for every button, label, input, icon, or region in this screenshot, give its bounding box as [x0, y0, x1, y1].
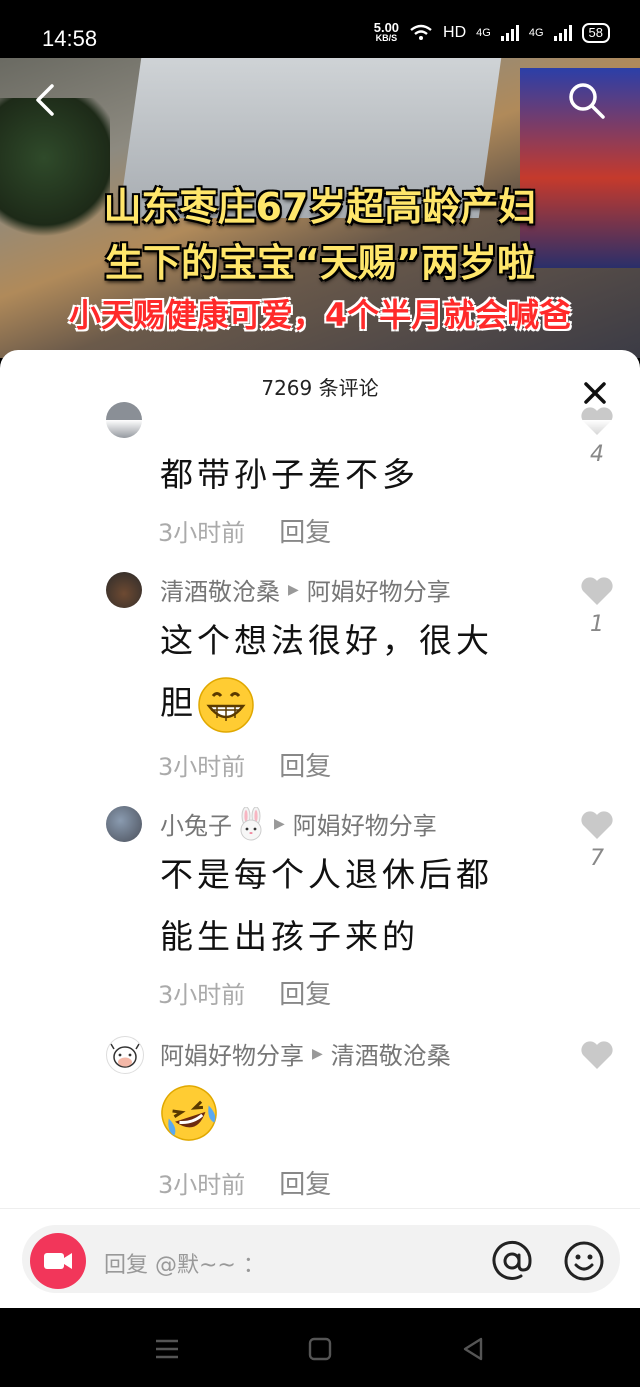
menu-icon[interactable] [152, 1334, 182, 1364]
like-button[interactable]: 1 [580, 576, 614, 637]
comment-text: 不是每个人退休后都 能生出孩子来的 [160, 844, 493, 968]
net-label-2: 4G [528, 27, 544, 39]
comment-text [160, 1080, 218, 1142]
sheet-header: 7269 条评论 [0, 350, 640, 420]
signal-icon [500, 25, 519, 41]
signal-icon-2 [553, 25, 572, 41]
reply-button[interactable]: 回复 [279, 518, 331, 548]
comment-time: 3小时前 [158, 519, 246, 547]
comment-text: 这个想法很好，很大 胆 [160, 610, 493, 734]
comment-item: 阿娟好物分享 ▶ 清酒敬沧桑 3小时前 回复 [0, 1036, 640, 1216]
reply-button[interactable]: 回复 [279, 752, 331, 782]
comment-text-line2: 胆 [160, 672, 493, 734]
at-icon[interactable] [490, 1239, 534, 1283]
reply-arrow-icon: ▶ [312, 1045, 323, 1062]
emoji-icon[interactable] [562, 1239, 606, 1283]
laughing-crying-emoji-icon [161, 1084, 217, 1141]
video-record-button[interactable] [30, 1233, 86, 1289]
video-record-icon [44, 1253, 72, 1269]
comment-time: 3小时前 [158, 753, 246, 781]
like-count: 7 [590, 846, 604, 871]
cow-avatar-icon [110, 1043, 140, 1068]
comment-text: 都带孙子差不多 [160, 455, 419, 494]
comment-time: 3小时前 [158, 981, 246, 1009]
back-triangle-icon[interactable] [458, 1334, 488, 1364]
comment-text-line2: 能生出孩子来的 [160, 917, 419, 956]
comment-meta: 清酒敬沧桑 ▶ 阿娟好物分享 [160, 572, 451, 607]
reply-arrow-icon: ▶ [274, 815, 285, 832]
heart-icon [581, 577, 613, 605]
reply-to-username[interactable]: 阿娟好物分享 [293, 806, 437, 841]
comment-footer: 3小时前 回复 [158, 746, 331, 783]
wifi-icon [410, 24, 432, 40]
status-icons: 5.00 KB/S HD 4G 4G 58 [373, 20, 610, 44]
comment-input-bar: 回复 @默~~ ： [0, 1208, 640, 1309]
comment-item: 清酒敬沧桑 ▶ 阿娟好物分享 这个想法很好，很大 胆 3小时前 回复 1 [0, 572, 640, 782]
sheet-fade [0, 420, 640, 440]
heart-icon [581, 811, 613, 839]
reply-button[interactable]: 回复 [279, 980, 331, 1010]
rabbit-emoji-icon [240, 806, 262, 840]
like-count: 4 [590, 442, 604, 467]
search-icon[interactable] [566, 80, 606, 120]
comment-meta: 阿娟好物分享 ▶ 清酒敬沧桑 [160, 1036, 451, 1071]
home-icon[interactable] [305, 1334, 335, 1364]
video-title-line1: 山东枣庄67岁超高龄产妇 [103, 185, 537, 229]
comment-footer: 3小时前 回复 [158, 512, 331, 549]
comment-username[interactable]: 清酒敬沧桑 [160, 572, 280, 607]
close-icon[interactable] [578, 376, 612, 410]
comment-item: 小兔子 ▶ 阿娟好物分享 不是每个人退休后都 能生出孩子来的 3小时前 回复 7 [0, 806, 640, 1010]
reply-to-username[interactable]: 阿娟好物分享 [307, 572, 451, 607]
video-title-line3: 小天赐健康可爱，4个半月就会喊爸 [68, 296, 572, 334]
comment-username[interactable]: 小兔子 [160, 806, 232, 841]
avatar[interactable] [106, 806, 142, 842]
battery-icon: 58 [581, 23, 610, 43]
grin-emoji-icon [198, 676, 254, 733]
like-button[interactable]: 7 [580, 810, 614, 871]
comment-footer: 3小时前 回复 [158, 974, 331, 1011]
avatar[interactable] [106, 1036, 144, 1074]
avatar[interactable] [106, 572, 142, 608]
comment-text-line1: 这个想法很好，很大 [160, 621, 493, 660]
reply-button[interactable]: 回复 [279, 1170, 331, 1200]
reply-arrow-icon: ▶ [288, 581, 299, 598]
comment-time: 3小时前 [158, 1171, 246, 1199]
comment-footer: 3小时前 回复 [158, 1164, 331, 1201]
hd-label: HD [443, 24, 467, 41]
comments-sheet: 7269 条评论 都带孙子差不多 3小时前 回复 4 清酒敬沧桑 ▶ 阿娟好物分享 这… [0, 350, 640, 1308]
status-bar: 14:58 5.00 KB/S HD 4G 4G 58 [0, 0, 640, 58]
like-button[interactable] [580, 1040, 614, 1076]
comment-meta: 小兔子 ▶ 阿娟好物分享 [160, 806, 437, 841]
status-time: 14:58 [42, 26, 98, 51]
reply-to-username[interactable]: 清酒敬沧桑 [331, 1036, 451, 1071]
network-speed: 5.00 KB/S [373, 20, 400, 43]
net-label-1: 4G [476, 27, 491, 39]
input-placeholder: 回复 @默~~ ： [104, 1253, 265, 1278]
comment-text-line1: 不是每个人退休后都 [160, 855, 493, 894]
comment-username[interactable]: 阿娟好物分享 [160, 1036, 304, 1071]
heart-icon [581, 1041, 613, 1069]
comment-count: 7269 条评论 [261, 376, 379, 400]
back-icon[interactable] [30, 82, 66, 118]
system-nav-bar [0, 1308, 640, 1387]
video-title-line2: 生下的宝宝“天赐”两岁啦 [105, 241, 535, 285]
like-count: 1 [590, 612, 604, 637]
